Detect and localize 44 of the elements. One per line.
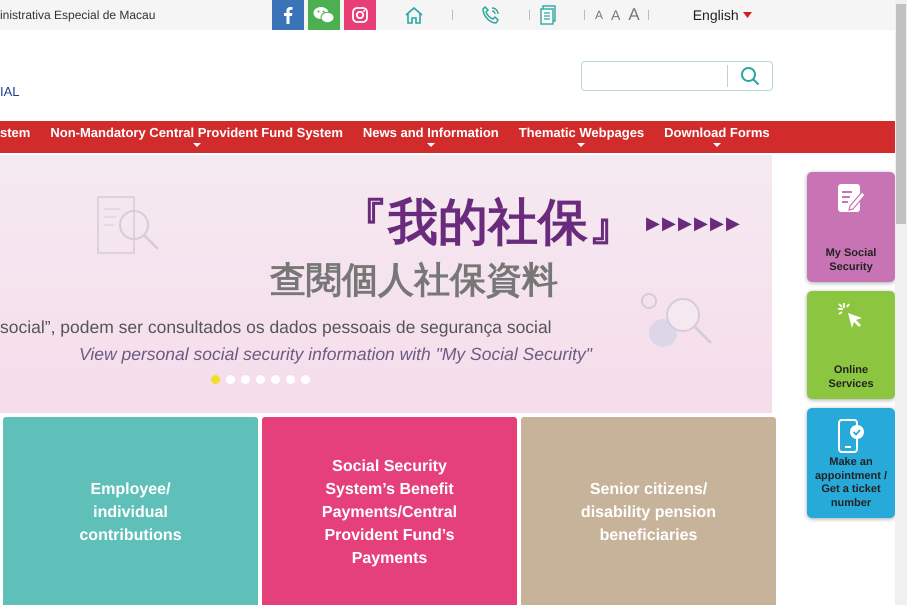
document-icon[interactable] [540, 5, 556, 25]
logo-text: IAL [0, 84, 20, 99]
arrows-icon: ▶▶▶▶▶▶ [646, 212, 742, 234]
home-icon[interactable] [404, 6, 424, 24]
carousel-dot[interactable] [286, 375, 295, 384]
wechat-icon [313, 6, 335, 24]
instagram-icon [351, 6, 369, 24]
instagram-button[interactable] [344, 0, 376, 30]
category-tile[interactable]: Social Security System’s Benefit Payments/Central Provident Fund’s Payments [262, 417, 517, 605]
nav-menu-item[interactable]: Download Forms [664, 121, 770, 147]
nav-menu-item[interactable]: Non-Mandatory Central Provident Fund System [50, 121, 343, 147]
facebook-button[interactable] [272, 0, 304, 30]
caret-icon [426, 143, 435, 147]
carousel-dot[interactable] [241, 375, 250, 384]
nav-menu-item[interactable]: News and Information [362, 121, 499, 147]
nav-menu-item[interactable]: Thematic Webpages [518, 121, 644, 147]
banner-text: social”, podem ser consultados os dados pessoais de segurança social [0, 317, 552, 338]
font-size-button[interactable]: A [628, 5, 640, 25]
scrollbar-thumb[interactable] [896, 4, 906, 224]
scrollbar[interactable] [895, 0, 907, 605]
phone-icon[interactable] [481, 5, 501, 25]
banner-text: View personal social security information with "My Social Security" [79, 344, 592, 365]
quick-link-button[interactable]: Make an appointment / Get a ticket number [807, 408, 895, 518]
banner-title: 『我的社保』 [338, 192, 638, 253]
carousel-dot[interactable] [211, 375, 220, 384]
carousel-dot[interactable] [271, 375, 280, 384]
facebook-icon [283, 6, 293, 24]
carousel-dot[interactable] [256, 375, 265, 384]
organization-name: inistrativa Especial de Macau [0, 8, 156, 22]
quick-link-button[interactable]: My Social Security [807, 172, 895, 282]
caret-icon [192, 143, 201, 147]
caret-icon [577, 143, 586, 147]
font-size-button[interactable]: A [595, 8, 604, 22]
font-size-button[interactable]: A [611, 7, 620, 23]
quick-link-button[interactable]: Online Services [807, 291, 895, 399]
carousel-dot[interactable] [301, 375, 310, 384]
caret-icon [712, 143, 721, 147]
wechat-button[interactable] [308, 0, 340, 30]
caret-icon [742, 12, 752, 18]
language-selector[interactable]: English [692, 7, 752, 23]
nav-menu-item[interactable]: stem [0, 121, 30, 141]
carousel-dot[interactable] [226, 375, 235, 384]
banner-subtitle: 查閱個人社保資料 [270, 259, 558, 303]
smartphone-check-icon [836, 418, 866, 454]
